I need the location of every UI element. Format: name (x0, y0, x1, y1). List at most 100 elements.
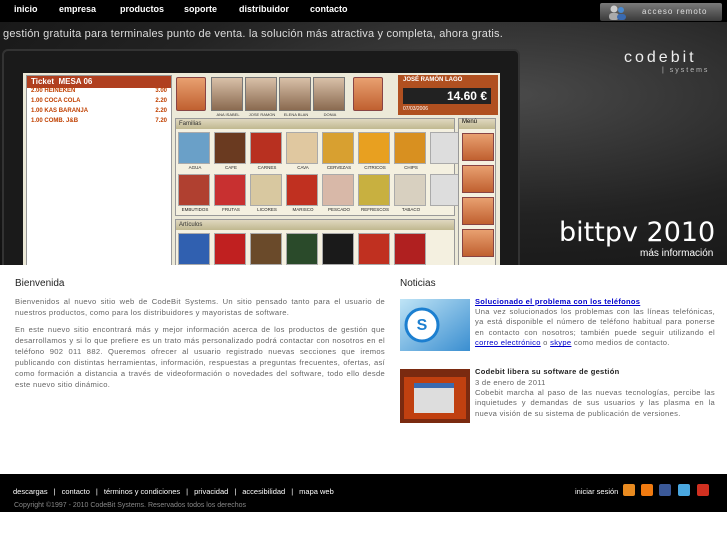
more-info-link[interactable]: más información (640, 248, 713, 259)
nav-inicio[interactable]: inicio (14, 4, 38, 14)
separator: | (53, 487, 56, 496)
waiter-photo: JOSE RAMON (245, 77, 277, 117)
separator: | (291, 487, 294, 496)
email-link[interactable]: correo electrónico (475, 338, 541, 347)
family-tile: EMBUTIDOS (178, 174, 210, 212)
youtube-icon[interactable] (697, 484, 709, 496)
nav-distribuidor[interactable]: distribuidor (239, 4, 289, 14)
news-title: Noticias (400, 278, 436, 289)
family-tile: CERVEZAS (322, 132, 354, 170)
menu-panel: Menú (458, 118, 496, 265)
menu-label: Menú (459, 119, 495, 129)
families-header: Familias (176, 119, 454, 129)
family-tile: CARNES (250, 132, 282, 170)
pos-screen: Ticket MESA 06 2.00 HEINEKEN 3.00 1.00 CO… (23, 73, 500, 265)
svg-text:S: S (417, 317, 428, 334)
news-item-title[interactable]: Solucionado el problema con los teléfono… (475, 297, 640, 306)
families-panel: Familias AGUA CAFE CARNES CAVA CERVEZAS CITRI… (175, 118, 462, 216)
articles-panel: Artículos ABSOLUTBACARDIBAILEYSBALLAN GO… (175, 219, 455, 265)
separator: | (234, 487, 237, 496)
main-content: Bienvenida Bienvenidos al nuevo sitio we… (0, 265, 727, 475)
family-tile: REFRESCOS (358, 174, 390, 212)
news-item-body: Una vez solucionados los problemas con l… (475, 307, 715, 348)
twitter-icon[interactable] (678, 484, 690, 496)
arrow-right-icon (353, 77, 383, 111)
software-screenshot-icon (400, 369, 470, 423)
users-icon (609, 5, 626, 20)
menu-button (462, 197, 494, 225)
remote-access-button[interactable]: acceso remoto (600, 3, 722, 21)
news-item-body: Cobebit marcha al paso de las nuevas tec… (475, 388, 715, 418)
article-tile: BEEFEATER (394, 233, 426, 265)
article-tile: ABSOLUT (178, 233, 210, 265)
news-thumbnail[interactable]: S (400, 299, 470, 351)
pos-monitor-image: Ticket MESA 06 2.00 HEINEKEN 3.00 1.00 CO… (2, 49, 520, 265)
copyright: Copyright ©1997 - 2010 CodeBit Systems. … (14, 502, 247, 509)
separator: | (95, 487, 98, 496)
family-tile: CITRICOS (358, 132, 390, 170)
ticket-panel: Ticket MESA 06 2.00 HEINEKEN 3.00 1.00 CO… (26, 75, 172, 265)
waiter-photo: DONIA (313, 77, 345, 117)
table-label: MESA 06 (58, 77, 93, 86)
article-tile: BALLAN GOL (286, 233, 318, 265)
ticket-header: Ticket MESA 06 (27, 76, 171, 88)
welcome-paragraph: Bienvenidos al nuevo sitio web de CodeBi… (15, 297, 385, 317)
menu-button (462, 229, 494, 257)
footer-link-contacto[interactable]: contacto (62, 487, 90, 496)
product-name: bittpv 2010 (559, 217, 716, 248)
footer: descargas | contacto | términos y condicione… (0, 474, 727, 512)
logo: codebit (624, 49, 697, 66)
menu-button (462, 165, 494, 193)
login-link[interactable]: iniciar sesión (575, 487, 618, 496)
waiter-photo: ANA ISABEL (211, 77, 243, 117)
family-tile: FRUTAS (214, 174, 246, 212)
news-title-link[interactable]: Solucionado el problema con los teléfono… (475, 297, 640, 306)
home-icon[interactable] (623, 484, 635, 496)
news-item-date: 3 de enero de 2011 (475, 378, 546, 387)
hero-banner[interactable]: gestión gratuita para terminales punto d… (0, 22, 727, 265)
family-tile: LICORES (250, 174, 282, 212)
news-item-title[interactable]: Codebit libera su software de gestión (475, 367, 619, 376)
news-thumbnail[interactable] (400, 369, 470, 423)
total-display: JOSÉ RAMÓN LAGO 14.60 € 07/03/2006 (398, 75, 498, 115)
pos-date: 07/03/2006 (403, 106, 429, 112)
footer-link-terminos[interactable]: términos y condiciones (104, 487, 180, 496)
family-tile: AGUA (178, 132, 210, 170)
articles-header: Artículos (176, 220, 454, 230)
nav-soporte[interactable]: soporte (184, 4, 217, 14)
menu-button (462, 133, 494, 161)
footer-link-descargas[interactable]: descargas (13, 487, 48, 496)
nav-empresa[interactable]: empresa (59, 4, 96, 14)
skype-icon: S (400, 299, 470, 351)
facebook-icon[interactable] (659, 484, 671, 496)
article-tile: BALLANTINE (322, 233, 354, 265)
waiter-name: JOSÉ RAMÓN LAGO (403, 77, 463, 83)
article-tile: BAILEYS (250, 233, 282, 265)
logo-subtitle: | systems (662, 67, 710, 74)
welcome-paragraph: En este nuevo sitio encontrará más y mej… (15, 325, 385, 389)
ticket-line: 2.00 HEINEKEN 3.00 (31, 88, 167, 94)
family-tile: CAFE (214, 132, 246, 170)
ticket-label: Ticket (31, 77, 54, 86)
arrow-left-icon (176, 77, 206, 111)
footer-links: descargas | contacto | términos y condicione… (13, 487, 334, 496)
family-tile: CHIPS (394, 132, 426, 170)
ticket-line: 1.00 COCA COLA 2.20 (31, 98, 167, 104)
nav-contacto[interactable]: contacto (310, 4, 348, 14)
rss-icon[interactable] (641, 484, 653, 496)
article-tile: BARCELO (358, 233, 390, 265)
family-tile: MARISCO (286, 174, 318, 212)
skype-link[interactable]: skype (550, 338, 571, 347)
nav-productos[interactable]: productos (120, 4, 164, 14)
footer-link-privacidad[interactable]: privacidad (194, 487, 228, 496)
total-amount: 14.60 € (403, 88, 491, 104)
family-tile: CAVA (286, 132, 318, 170)
hero-tagline: gestión gratuita para terminales punto d… (3, 28, 503, 40)
ticket-line: 1.00 KAS BARANJA 2.20 (31, 108, 167, 114)
footer-link-accesibilidad[interactable]: accesibilidad (242, 487, 285, 496)
family-tile: PESCADO (322, 174, 354, 212)
separator: | (186, 487, 189, 496)
footer-link-mapa-web[interactable]: mapa web (299, 487, 334, 496)
article-tile: BACARDI (214, 233, 246, 265)
waiter-photo: ELENA BLAN (279, 77, 311, 117)
